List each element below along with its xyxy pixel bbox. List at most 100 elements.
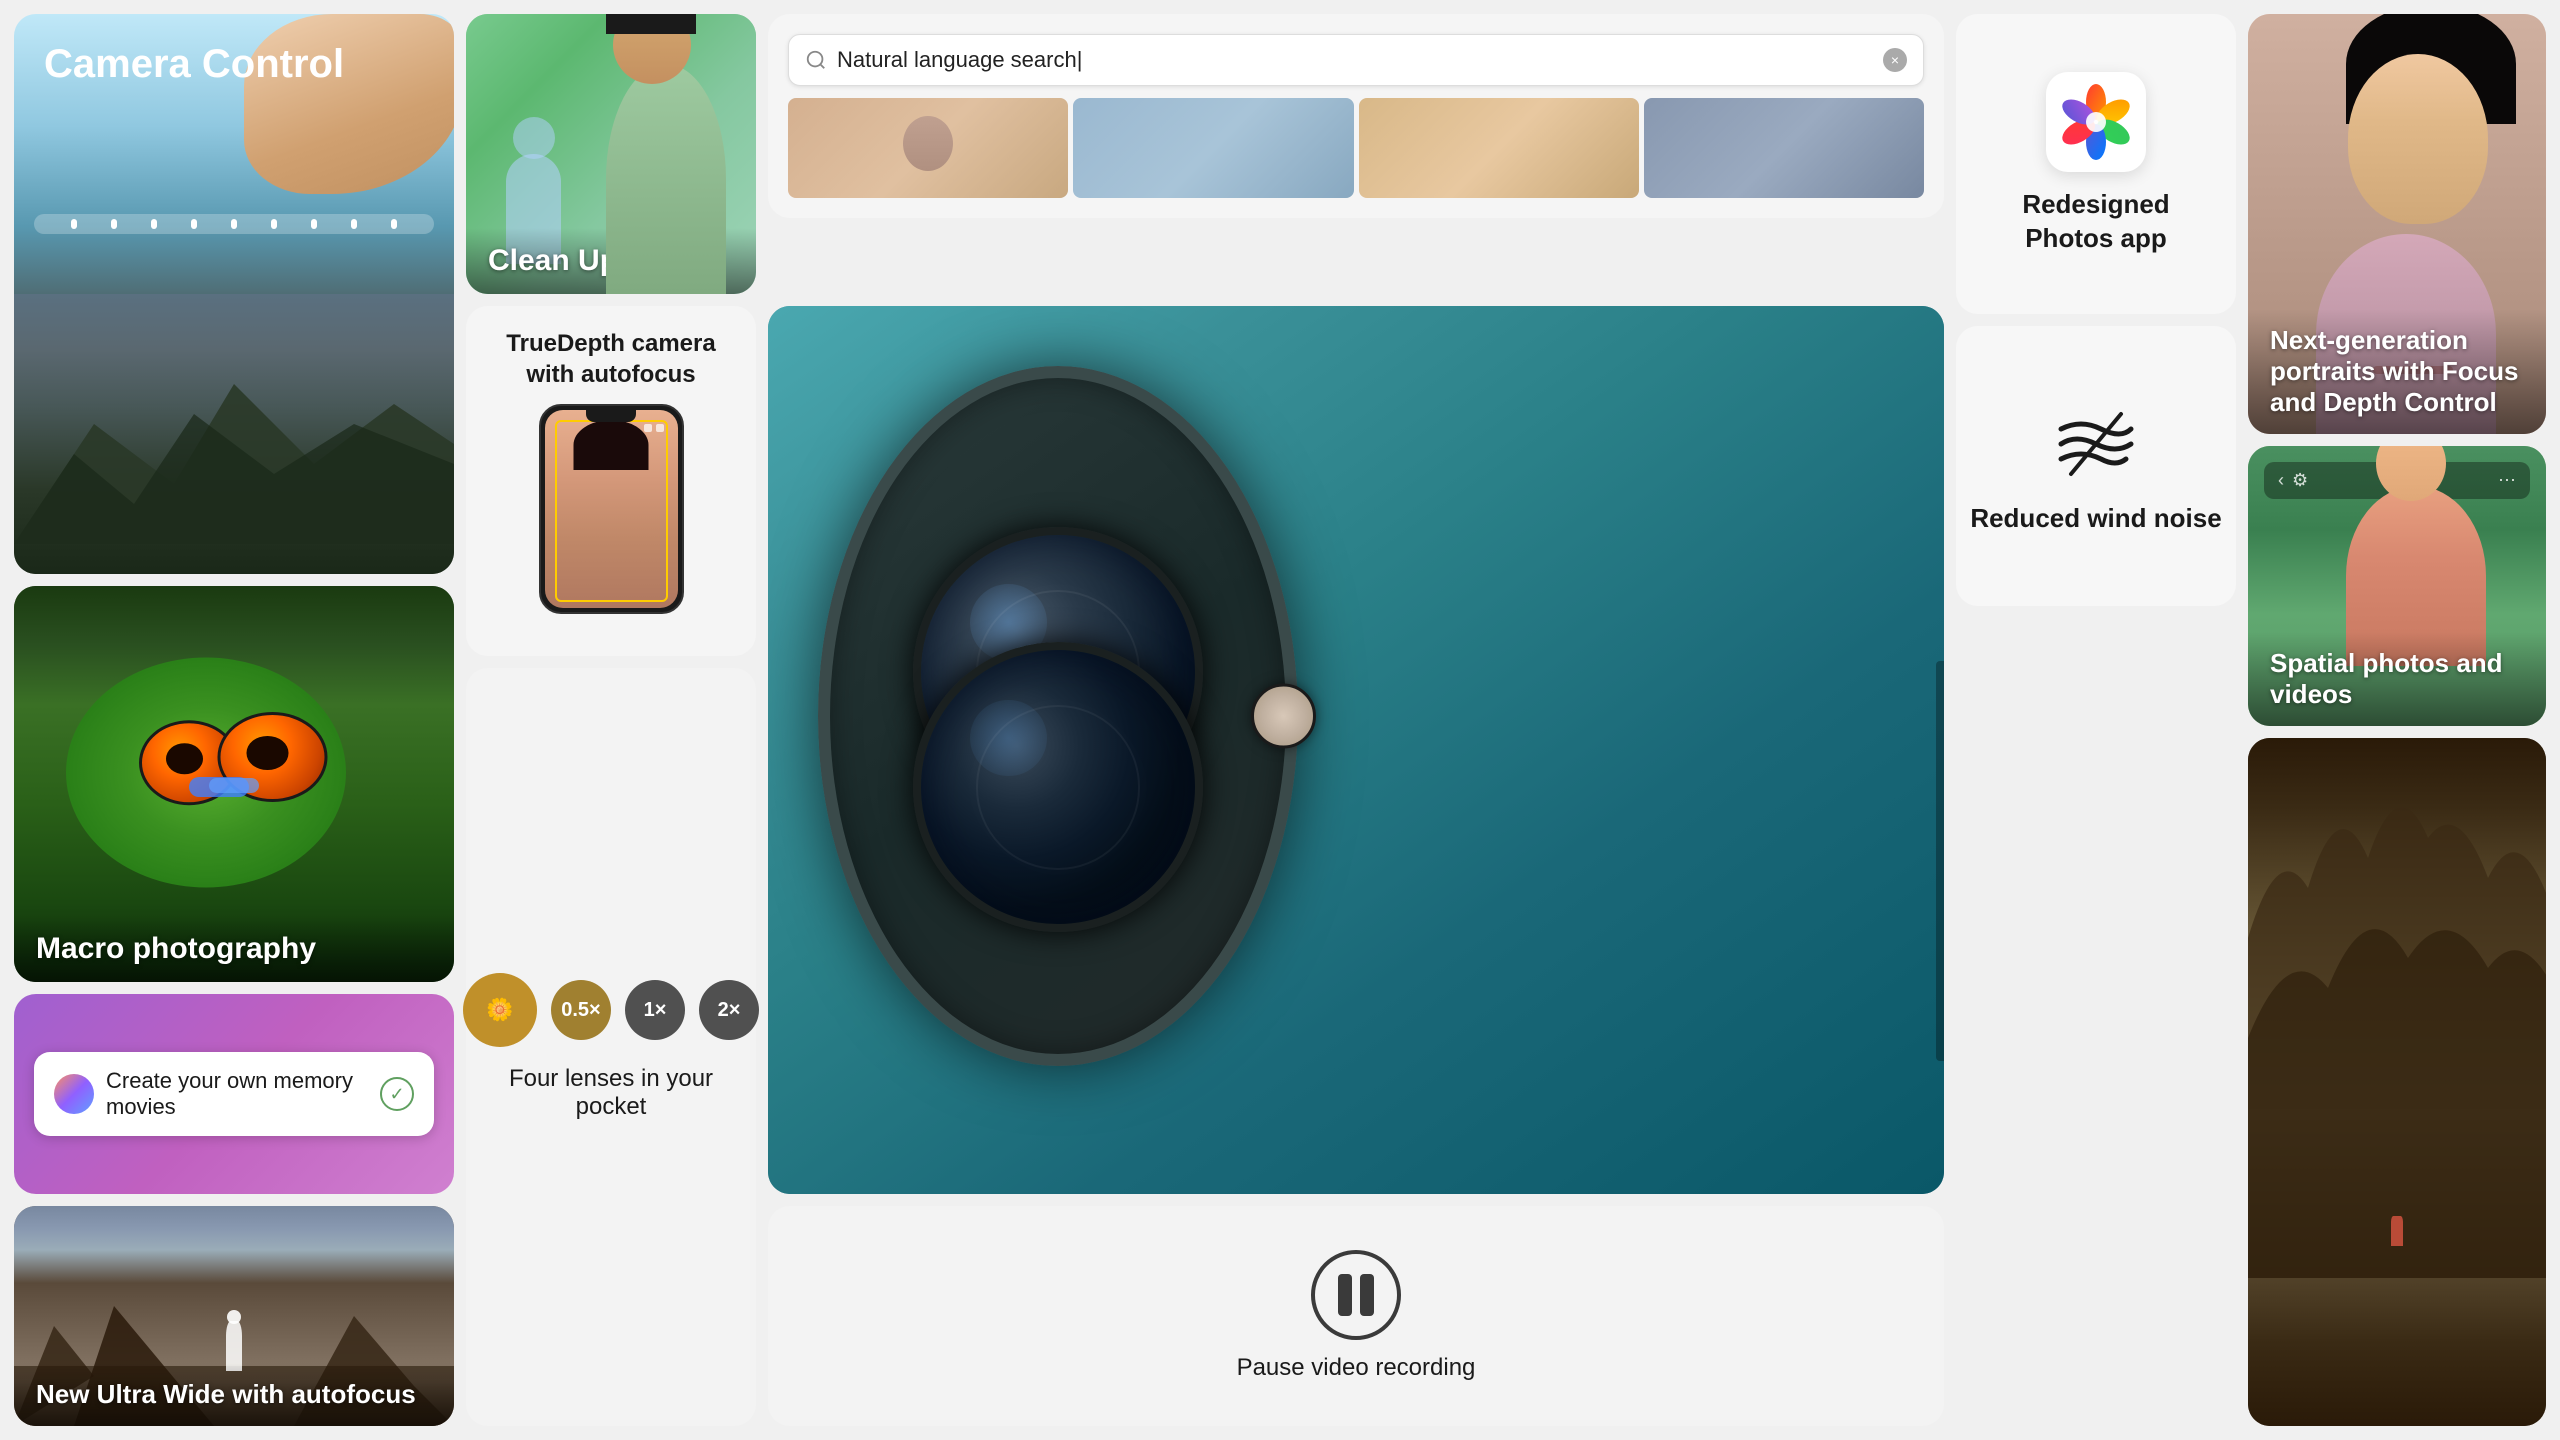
memory-check-button[interactable]: ✓	[380, 1077, 414, 1111]
slider-dot	[151, 219, 157, 229]
memory-input-bar[interactable]: Create your own memory movies ✓	[34, 1052, 434, 1136]
slider-dot	[311, 219, 317, 229]
right-section: Redesigned Photos app Reduced wind noise	[1956, 14, 2546, 1426]
slider-dot	[271, 219, 277, 229]
spatial-label: Spatial photos and videos	[2270, 648, 2503, 709]
frog-pupil-right	[247, 736, 289, 770]
person-head	[227, 1310, 241, 1324]
face-detection-box	[555, 420, 668, 602]
slider-dot	[351, 219, 357, 229]
center-column: Natural language search| ×	[768, 14, 1944, 1426]
slider-dot	[191, 219, 197, 229]
slider-dot	[71, 219, 77, 229]
four-lenses-label: Four lenses in your pocket	[490, 1065, 732, 1121]
search-icon	[805, 49, 827, 71]
frog-stripe2	[209, 778, 259, 793]
thumb-inner	[788, 98, 1068, 198]
mountain-svg	[14, 344, 454, 544]
flash-module	[1251, 684, 1316, 749]
right-col-a: Redesigned Photos app Reduced wind noise	[1956, 14, 2236, 1426]
thumb-inner2	[1073, 98, 1353, 198]
lens-buttons-row: 🌼 0.5× 1× 2×	[463, 973, 759, 1047]
tiny-person	[2391, 1216, 2403, 1246]
natural-search-card: Natural language search| ×	[768, 14, 1944, 218]
spatial-overlay: Spatial photos and videos	[2248, 632, 2546, 726]
finger-graphic	[244, 14, 454, 194]
frog-pupil-left	[166, 743, 204, 775]
column-1: Camera Control 1×	[14, 14, 454, 1426]
photos-app-icon	[2056, 82, 2136, 162]
2x-lens-button[interactable]: 2×	[699, 980, 759, 1040]
photo-thumb-1	[788, 98, 1068, 198]
pause-button[interactable]	[1311, 1250, 1401, 1340]
person-hair	[606, 14, 696, 34]
portrait-label: Next-generation portraits with Focus and…	[2270, 325, 2518, 417]
search-bar[interactable]: Natural language search| ×	[788, 34, 1924, 86]
reduced-wind-card: Reduced wind noise	[1956, 326, 2236, 606]
search-section: Natural language search| ×	[768, 14, 1944, 294]
camera-module-housing	[818, 366, 1298, 1066]
pause-video-card: Pause video recording	[768, 1206, 1944, 1426]
portrait-face	[2348, 54, 2488, 224]
next-gen-portraits-card: Next-generation portraits with Focus and…	[2248, 14, 2546, 434]
1x-label: 1×	[644, 999, 667, 1022]
photos-app-icon-container	[2046, 72, 2146, 172]
fusion-rocks-svg	[2248, 738, 2546, 1278]
slider-dot	[111, 219, 117, 229]
photo-thumb-3	[1359, 98, 1639, 198]
settings-icon[interactable]: ⚙	[2292, 470, 2308, 491]
camera-control-card: Camera Control 1×	[14, 14, 454, 574]
more-button[interactable]: ⋯	[2498, 470, 2516, 491]
macro-overlay: Macro photography	[14, 916, 454, 982]
macro-label: Macro photography	[36, 932, 316, 965]
search-clear-button[interactable]: ×	[1883, 48, 1907, 72]
macro-icon: 🌼	[486, 997, 513, 1023]
phone-top-icons	[644, 424, 664, 432]
siri-icon	[54, 1074, 94, 1114]
pause-icon	[1338, 1274, 1374, 1316]
phone-icon	[656, 424, 664, 432]
05x-label: 0.5×	[561, 999, 600, 1022]
macro-lens-button[interactable]: 🌼	[463, 973, 537, 1047]
memory-movies-card: Create your own memory movies ✓	[14, 994, 454, 1194]
slider-dot	[391, 219, 397, 229]
bottom-row: Pause video recording	[768, 1206, 1944, 1426]
right-col-b: Next-generation portraits with Focus and…	[2248, 14, 2546, 1426]
macro-card: Macro photography	[14, 586, 454, 982]
photo-thumb-2	[1073, 98, 1353, 198]
truedepth-card: TrueDepth camera with autofocus	[466, 306, 756, 656]
ultra-wide-card: New Ultra Wide with autofocus	[14, 1206, 454, 1426]
slider-dot	[231, 219, 237, 229]
ghost-head	[513, 117, 555, 159]
search-query-text: Natural language search|	[837, 47, 1873, 73]
cleanup-label: Clean Up	[488, 244, 618, 277]
memory-input-text: Create your own memory movies	[106, 1068, 368, 1120]
pause-bar-left	[1338, 1274, 1352, 1316]
reduced-wind-label: Reduced wind noise	[1970, 503, 2221, 534]
camera-control-title: Camera Control	[44, 42, 344, 87]
wind-icon	[2051, 399, 2141, 489]
fusion-camera-card: 48MP Fusion camera with 2× Telephoto	[2248, 738, 2546, 1426]
05x-lens-button[interactable]: 0.5×	[551, 980, 611, 1040]
four-lenses-card: 🌼 0.5× 1× 2× Four lenses in your pocket	[466, 668, 756, 1426]
column-2: Clean Up TrueDepth camera with autofocus	[466, 14, 756, 1426]
slider-dots	[54, 219, 414, 229]
photo-results-grid	[788, 98, 1924, 198]
truedepth-label: TrueDepth camera with autofocus	[482, 328, 740, 390]
person-silhouette	[903, 116, 953, 171]
ultrawide-label: New Ultra Wide with autofocus	[36, 1379, 416, 1409]
back-button[interactable]: ‹	[2278, 470, 2284, 491]
spatial-card: ‹ ⚙ ⋯ Spatial photos and videos	[2248, 446, 2546, 726]
inner-lens-ring-2	[976, 705, 1140, 869]
1x-lens-button[interactable]: 1×	[625, 980, 685, 1040]
pause-label: Pause video recording	[1237, 1354, 1476, 1382]
center-camera-card	[768, 306, 1944, 1194]
phone-mockup	[539, 404, 684, 614]
clean-up-card: Clean Up	[466, 14, 756, 294]
redesigned-photos-card: Redesigned Photos app	[1956, 14, 2236, 314]
redesigned-photos-label: Redesigned Photos app	[2022, 188, 2169, 256]
side-button	[1936, 661, 1944, 1061]
portrait-overlay: Next-generation portraits with Focus and…	[2248, 309, 2546, 434]
camera-lens-bottom	[913, 642, 1203, 932]
ultrawide-overlay: New Ultra Wide with autofocus	[14, 1363, 454, 1426]
